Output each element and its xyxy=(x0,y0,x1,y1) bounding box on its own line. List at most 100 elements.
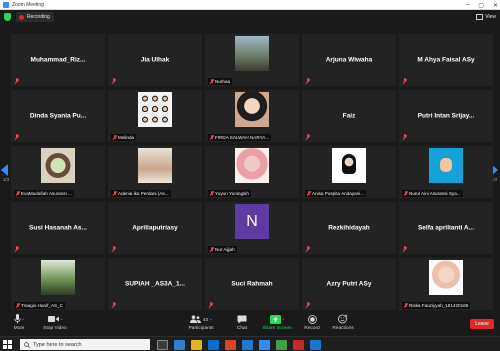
security-shield-icon[interactable] xyxy=(4,13,11,21)
participant-name: Jia Ulhak xyxy=(140,56,170,64)
participants-caret-icon[interactable]: ^ xyxy=(210,317,212,322)
participant-tile[interactable]: M Ahya Faisal ASy xyxy=(399,34,493,86)
mic-muted-icon xyxy=(305,134,310,140)
previous-page-button[interactable]: 1/3 xyxy=(1,164,11,182)
title-bar: Zoom Meeting – ▢ ✕ xyxy=(0,0,500,10)
leave-button[interactable]: Leave xyxy=(470,319,494,329)
chat-label: Chat xyxy=(236,326,248,331)
participant-tile[interactable]: Putri Intan Srijay... xyxy=(399,90,493,142)
participant-name: M Ahya Faisal ASy xyxy=(417,56,475,64)
office-icon[interactable] xyxy=(225,339,236,350)
participant-tile[interactable]: Faiz xyxy=(302,90,396,142)
mic-muted-icon xyxy=(305,302,310,308)
record-label: Record xyxy=(304,326,320,331)
maximize-icon[interactable]: ▢ xyxy=(478,2,484,9)
participant-tile[interactable]: Suci Rahmah xyxy=(205,258,299,310)
zoom-app-icon xyxy=(3,1,9,8)
participant-tile[interactable]: Anisa Puspita Andayani... xyxy=(302,146,396,198)
participant-tile[interactable]: Selfa aprilianti A... xyxy=(399,202,493,254)
edge-browser-icon[interactable] xyxy=(174,339,185,350)
chat-bubble-icon xyxy=(237,315,247,323)
file-explorer-icon[interactable] xyxy=(191,339,202,350)
stop-video-button[interactable]: ^ Stop Video xyxy=(40,314,70,334)
participant-tile[interactable]: Jia Ulhak xyxy=(108,34,202,86)
close-icon[interactable]: ✕ xyxy=(493,2,498,9)
mic-muted-icon xyxy=(208,302,213,308)
participant-tile[interactable]: SUPIAH _AS3A_1... xyxy=(108,258,202,310)
chat-button[interactable]: Chat xyxy=(232,314,252,334)
participant-name: Riska Fauziyyah_181420165 xyxy=(409,303,469,308)
participants-label: Participants xyxy=(188,326,214,331)
participant-photo xyxy=(235,36,269,71)
meeting-toolbar: ^ Mute ^ Stop Video 43 ^ Participants Ch… xyxy=(0,312,500,336)
video-camera-icon xyxy=(47,316,59,322)
participant-photo xyxy=(429,260,463,295)
pdf-reader-icon[interactable] xyxy=(293,339,304,350)
participant-tile[interactable]: Arjuna Wiwaha xyxy=(302,34,396,86)
mic-muted-icon xyxy=(403,302,408,309)
participant-tile[interactable]: Azry Putri ASy xyxy=(302,258,396,310)
participant-tile[interactable]: Nurhaa xyxy=(205,34,299,86)
window-controls: – ▢ ✕ xyxy=(466,0,498,10)
participant-name-label: FIRDA SALWAH NARYA... xyxy=(208,134,272,141)
participant-name: Dinda Syania Pu... xyxy=(29,112,87,120)
mic-muted-icon xyxy=(112,190,117,197)
grid-view-icon xyxy=(476,14,484,20)
participant-name: Selfa aprilianti A... xyxy=(417,224,475,232)
participant-photo xyxy=(138,148,172,183)
zoom-taskbar-icon[interactable] xyxy=(259,339,270,350)
share-screen-button[interactable]: ^ Share Screen xyxy=(260,314,294,334)
view-label: View xyxy=(485,14,496,20)
participant-name-label: Nurhaa xyxy=(208,78,233,85)
view-button[interactable]: View xyxy=(476,12,496,22)
stop-video-label: Stop Video xyxy=(43,326,67,331)
participant-tile[interactable]: Traagio Hanif_AS_C xyxy=(11,258,105,310)
participant-name-label: Anisa Puspita Andayani... xyxy=(305,190,367,197)
participant-tile[interactable]: Riska Fauziyyah_181420165 xyxy=(399,258,493,310)
participant-tile[interactable]: Apriliaputriasy xyxy=(108,202,202,254)
recording-indicator[interactable]: Recording xyxy=(16,12,54,22)
participant-name: Suci Rahmah xyxy=(231,280,273,288)
participant-name: Putri Intan Srijay... xyxy=(417,112,475,120)
participant-photo xyxy=(429,148,463,183)
participant-name: Nurhaa xyxy=(215,79,231,84)
participant-tile[interactable]: FIRDA SALWAH NARYA... xyxy=(205,90,299,142)
taskbar-pinned-apps xyxy=(157,339,321,350)
participant-tile[interactable]: Nurul Aini Asuransi Sya... xyxy=(399,146,493,198)
recording-label: Recording xyxy=(27,14,50,20)
participant-tile[interactable]: Yuyun Yuningsih xyxy=(205,146,299,198)
mute-button[interactable]: ^ Mute xyxy=(8,314,30,334)
mic-muted-icon xyxy=(402,78,407,84)
window-title: Zoom Meeting xyxy=(12,1,44,8)
participants-button[interactable]: 43 ^ Participants xyxy=(186,314,216,334)
participant-tile[interactable]: EvaMudafiah Asuransi ... xyxy=(11,146,105,198)
taskbar-search-box[interactable]: Type here to search xyxy=(20,339,150,350)
participant-tile[interactable]: N Nur Aijjah xyxy=(205,202,299,254)
participant-name-label: Nurul Aini Asuransi Sya... xyxy=(402,190,463,197)
share-screen-label: Share Screen xyxy=(262,326,292,331)
participant-name: Apriliaputriasy xyxy=(132,224,178,232)
participant-tile[interactable]: Melinda xyxy=(108,90,202,142)
mail-icon[interactable] xyxy=(242,339,253,350)
chrome-icon[interactable] xyxy=(276,339,287,350)
task-view-icon[interactable] xyxy=(157,339,168,350)
mute-label: Mute xyxy=(13,326,25,331)
mute-options-caret-icon[interactable]: ^ xyxy=(23,317,25,322)
video-options-caret-icon[interactable]: ^ xyxy=(61,317,63,322)
record-button[interactable]: Record xyxy=(302,314,322,334)
reactions-button[interactable]: Reactions xyxy=(330,314,356,334)
minimize-icon[interactable]: – xyxy=(466,2,469,8)
participant-tile[interactable]: Susi Hasanah As... xyxy=(11,202,105,254)
participant-photo xyxy=(235,148,269,183)
participant-tile[interactable]: Muhammad_Riz... xyxy=(11,34,105,86)
windows-start-icon[interactable] xyxy=(3,340,12,349)
participant-tile[interactable]: Rezkihidayah xyxy=(302,202,396,254)
participant-tile[interactable]: Dinda Syania Pu... xyxy=(11,90,105,142)
word-icon[interactable] xyxy=(310,339,321,350)
share-options-caret-icon[interactable]: ^ xyxy=(283,317,285,322)
participant-photo xyxy=(41,148,75,183)
participant-tile[interactable]: Adenia ika Perdani (As... xyxy=(108,146,202,198)
mic-muted-icon xyxy=(15,190,20,197)
store-icon[interactable] xyxy=(208,339,219,350)
share-screen-icon xyxy=(269,314,281,324)
